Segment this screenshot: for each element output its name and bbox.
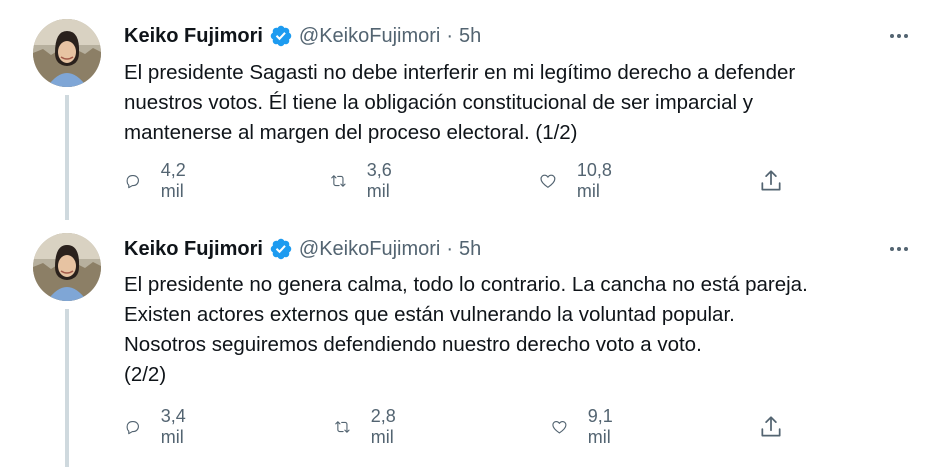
heart-icon	[540, 174, 556, 188]
tweet[interactable]: Keiko Fujimori @KeikoFujimori · 5h El pr…	[0, 220, 937, 467]
author-name[interactable]: Keiko Fujimori	[124, 238, 263, 261]
tweet-text-line: El presidente Sagasti no debe interferir…	[124, 61, 796, 84]
reply-button[interactable]: 4,2 mil	[124, 160, 195, 201]
tweet-text-line: Existen actores externos que están vulne…	[124, 303, 735, 326]
tweet-text-line: nuestros votos. Él tiene la obligación c…	[124, 91, 753, 114]
verified-badge-icon	[270, 238, 292, 260]
reply-icon	[126, 420, 139, 435]
tweet-text-line: mantenerse al margen del proceso elector…	[124, 121, 578, 144]
tweet[interactable]: Keiko Fujimori @KeikoFujimori · 5h El pr…	[0, 0, 937, 220]
more-options-icon[interactable]	[887, 237, 911, 261]
share-button[interactable]	[758, 166, 784, 196]
tweet-header: Keiko Fujimori @KeikoFujimori · 5h	[124, 21, 481, 51]
reply-icon	[126, 174, 139, 189]
share-icon	[761, 170, 781, 191]
reply-button[interactable]: 3,4 mil	[124, 406, 195, 447]
tweet-header: Keiko Fujimori @KeikoFujimori · 5h	[124, 234, 481, 264]
separator-dot: ·	[446, 24, 454, 47]
author-handle[interactable]: @KeikoFujimori	[299, 238, 440, 261]
retweet-button[interactable]: 3,6 mil	[330, 160, 401, 201]
like-count: 10,8 mil	[576, 160, 612, 201]
verified-badge-icon	[270, 25, 292, 47]
thread-line	[65, 95, 69, 220]
retweet-count: 2,8 mil	[370, 406, 396, 447]
retweet-button[interactable]: 2,8 mil	[334, 406, 405, 447]
thread-line	[65, 309, 69, 467]
like-button[interactable]: 10,8 mil	[539, 160, 620, 201]
retweet-icon	[335, 421, 350, 433]
reply-count: 4,2 mil	[160, 160, 186, 201]
retweet-count: 3,6 mil	[366, 160, 392, 201]
like-button[interactable]: 9,1 mil	[551, 406, 622, 447]
heart-icon	[552, 420, 567, 434]
author-name[interactable]: Keiko Fujimori	[124, 25, 263, 48]
tweet-text-line: El presidente no genera calma, todo lo c…	[124, 273, 808, 296]
avatar-photo	[33, 233, 101, 301]
author-handle[interactable]: @KeikoFujimori	[299, 25, 440, 48]
share-icon	[761, 416, 781, 437]
tweet-text-line: Nosotros seguiremos defendiendo nuestro …	[124, 333, 702, 356]
avatar[interactable]	[33, 233, 101, 301]
timestamp[interactable]: 5h	[459, 25, 481, 48]
share-button[interactable]	[758, 412, 784, 442]
avatar[interactable]	[33, 19, 101, 87]
reply-count: 3,4 mil	[160, 406, 186, 447]
separator-dot: ·	[446, 237, 454, 260]
tweet-text-line: (2/2)	[124, 363, 167, 386]
tweet-text: El presidente no genera calma, todo lo c…	[124, 270, 914, 390]
retweet-icon	[331, 175, 346, 187]
like-count: 9,1 mil	[587, 406, 613, 447]
tweet-text: El presidente Sagasti no debe interferir…	[124, 58, 914, 148]
more-options-icon[interactable]	[887, 24, 911, 48]
avatar-photo	[33, 19, 101, 87]
timestamp[interactable]: 5h	[459, 238, 481, 261]
